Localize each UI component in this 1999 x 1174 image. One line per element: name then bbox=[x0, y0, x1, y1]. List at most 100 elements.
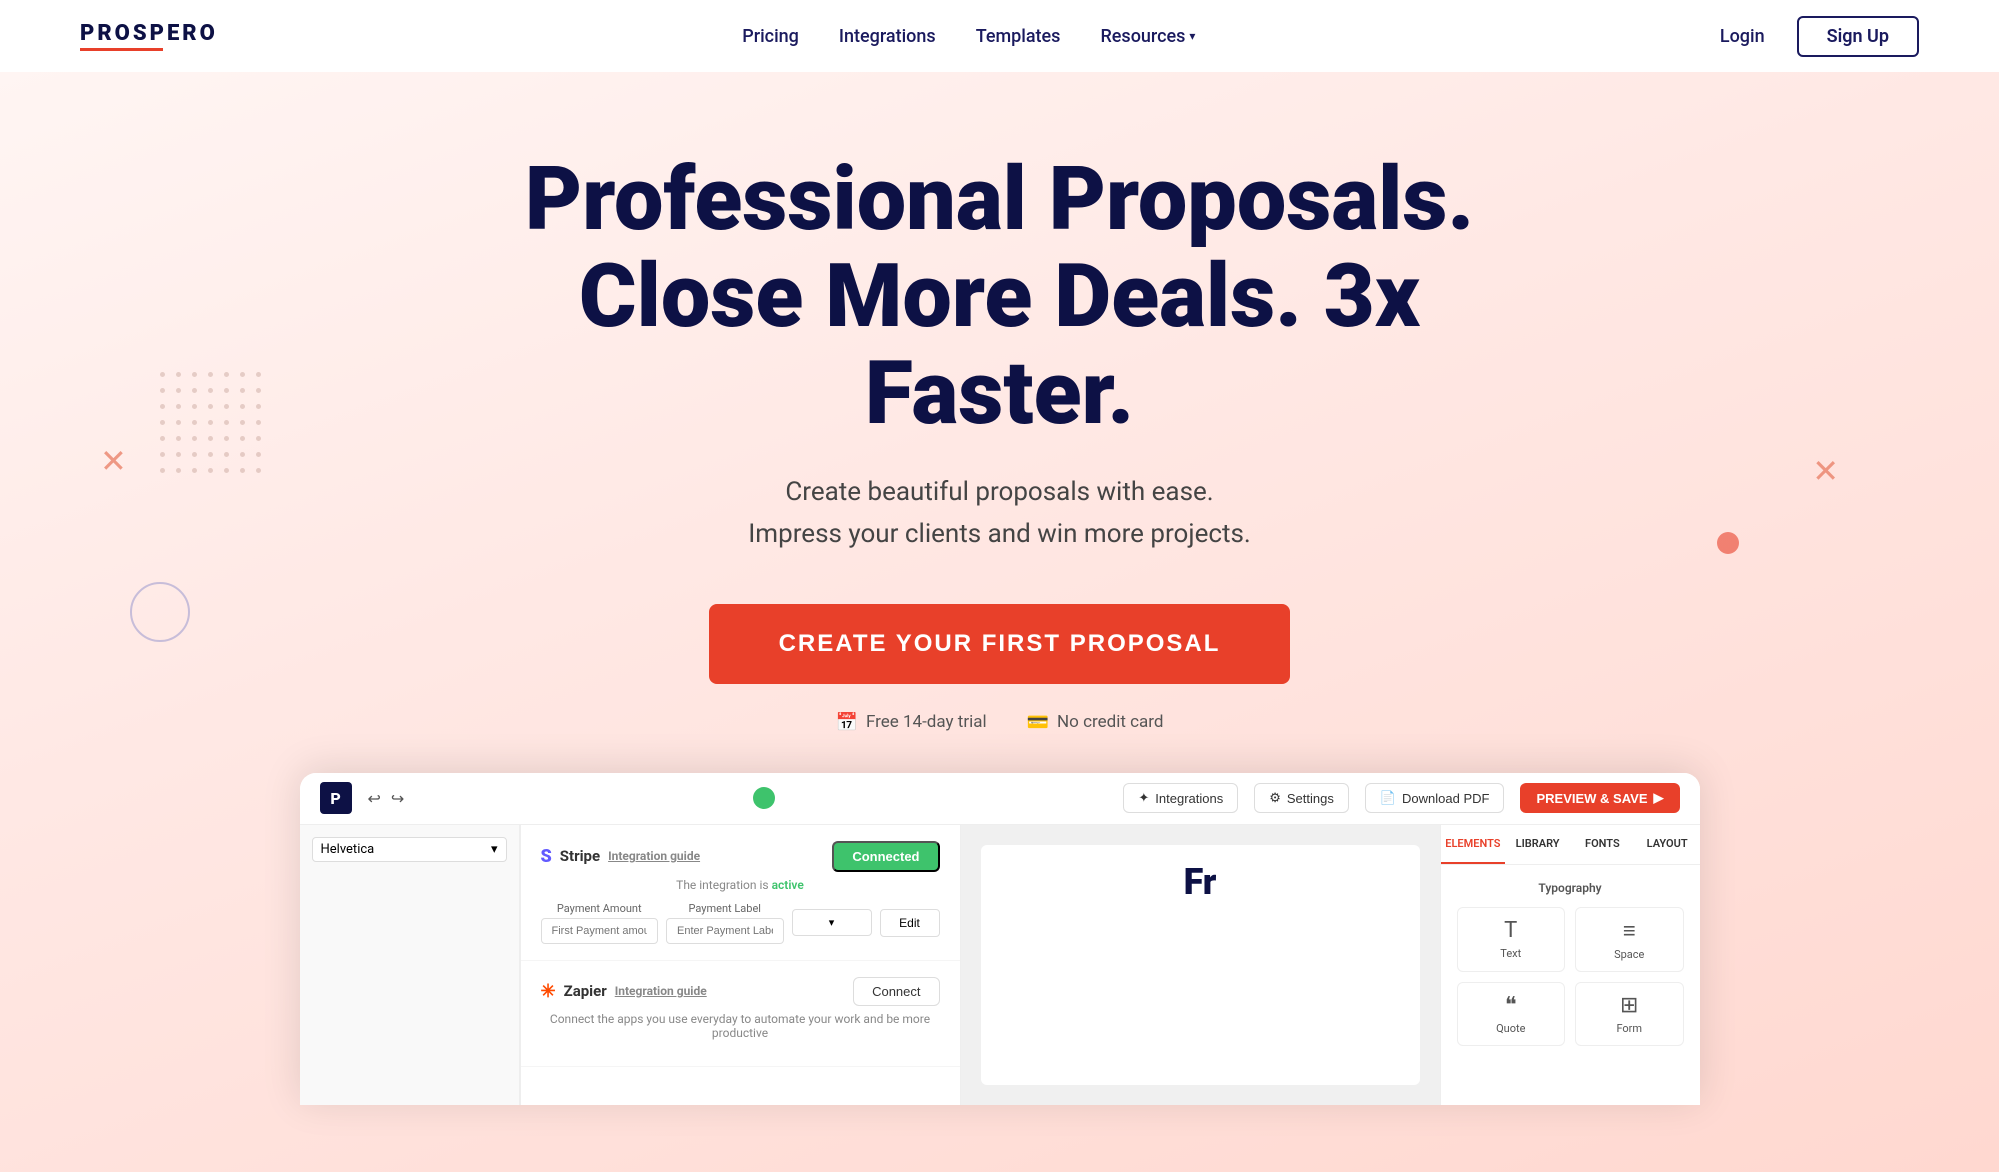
font-name: Helvetica bbox=[321, 842, 375, 857]
deco-x-left: ✕ bbox=[100, 442, 127, 480]
tab-elements[interactable]: ELEMENTS bbox=[1441, 825, 1506, 864]
logo[interactable]: PROSPERO bbox=[80, 21, 218, 51]
hero-headline: Professional Proposals. Close More Deals… bbox=[450, 152, 1550, 442]
download-icon: 📄 bbox=[1380, 790, 1396, 806]
deco-x-right: ✕ bbox=[1812, 452, 1839, 490]
font-dropdown-icon: ▾ bbox=[491, 842, 498, 857]
hero-subtext-1: Create beautiful proposals with ease. bbox=[785, 477, 1213, 507]
tab-fonts[interactable]: FONTS bbox=[1570, 825, 1635, 864]
nav-signup[interactable]: Sign Up bbox=[1797, 16, 1919, 57]
form-icon: ⊞ bbox=[1586, 993, 1673, 1018]
app-topbar-right: ✦ Integrations ⚙ Settings 📄 Download PDF… bbox=[1123, 783, 1679, 813]
undo-icon[interactable]: ↩ bbox=[368, 789, 381, 808]
chevron-down-icon: ▾ bbox=[1189, 29, 1195, 43]
hero-subtext-2: Impress your clients and win more projec… bbox=[748, 519, 1251, 549]
stripe-connected-button[interactable]: Connected bbox=[832, 841, 939, 872]
element-space[interactable]: ≡ Space bbox=[1575, 907, 1684, 972]
panel-elements-grid: T Text ≡ Space ❝ Quote ⊞ bbox=[1457, 907, 1684, 1046]
panel-tabs: ELEMENTS LIBRARY FONTS LAYOUT bbox=[1441, 825, 1700, 865]
app-integrations-panel: S Stripe Integration guide Connected The… bbox=[520, 825, 961, 1105]
nav-integrations[interactable]: Integrations bbox=[839, 26, 936, 47]
font-select[interactable]: Helvetica ▾ bbox=[312, 837, 507, 862]
panel-body: Typography T Text ≡ Space ❝ Quote bbox=[1441, 865, 1700, 1062]
payment-select[interactable]: ▾ bbox=[792, 909, 872, 936]
hero-subtext: Create beautiful proposals with ease. Im… bbox=[650, 472, 1350, 555]
payment-amount-field: Payment Amount bbox=[541, 902, 659, 944]
stripe-guide[interactable]: Integration guide bbox=[608, 849, 700, 863]
no-cc-text: No credit card bbox=[1057, 712, 1163, 732]
payment-amount-input[interactable] bbox=[541, 918, 659, 944]
preview-save-button[interactable]: PREVIEW & SAVE ▶ bbox=[1520, 783, 1679, 813]
stripe-header: S Stripe Integration guide Connected bbox=[541, 841, 940, 872]
element-quote[interactable]: ❝ Quote bbox=[1457, 982, 1566, 1046]
app-right-panel: ELEMENTS LIBRARY FONTS LAYOUT Typography… bbox=[1440, 825, 1700, 1105]
zapier-header: ✳ Zapier Integration guide Connect bbox=[541, 977, 940, 1006]
form-label: Form bbox=[1586, 1022, 1673, 1035]
trust-badges: 📅 Free 14-day trial 💳 No credit card bbox=[40, 712, 1959, 733]
tab-layout[interactable]: LAYOUT bbox=[1635, 825, 1700, 864]
app-screenshot: P ↩ ↪ ✦ Integrations ⚙ Settings 📄 D bbox=[300, 773, 1700, 1105]
deco-dots-left bbox=[160, 372, 264, 476]
nav-login[interactable]: Login bbox=[1720, 26, 1765, 47]
app-status-dot bbox=[753, 787, 775, 809]
deco-circle bbox=[130, 582, 190, 642]
trial-badge: 📅 Free 14-day trial bbox=[836, 712, 987, 733]
zapier-guide[interactable]: Integration guide bbox=[615, 984, 707, 998]
element-form[interactable]: ⊞ Form bbox=[1575, 982, 1684, 1046]
text-icon: T bbox=[1468, 918, 1555, 943]
no-cc-badge: 💳 No credit card bbox=[1027, 712, 1164, 733]
navbar: PROSPERO Pricing Integrations Templates … bbox=[0, 0, 1999, 72]
settings-button[interactable]: ⚙ Settings bbox=[1254, 783, 1349, 813]
stripe-status: The integration is active bbox=[541, 878, 940, 892]
nav-right: Login Sign Up bbox=[1720, 16, 1919, 57]
quote-label: Quote bbox=[1468, 1022, 1555, 1035]
gear-icon: ⚙ bbox=[1269, 790, 1281, 806]
typography-title: Typography bbox=[1457, 881, 1684, 895]
zapier-name: Zapier bbox=[564, 982, 607, 1000]
hero-headline-2: Close More Deals. 3x Faster. bbox=[579, 245, 1420, 445]
payment-label-label: Payment Label bbox=[666, 902, 784, 915]
calendar-icon: 📅 bbox=[836, 712, 858, 733]
download-button[interactable]: 📄 Download PDF bbox=[1365, 783, 1505, 813]
stripe-name: Stripe bbox=[560, 847, 600, 865]
nav-pricing[interactable]: Pricing bbox=[742, 26, 799, 47]
stripe-icon: S bbox=[541, 846, 552, 867]
stripe-edit-button[interactable]: Edit bbox=[880, 909, 940, 937]
play-icon: ▶ bbox=[1654, 790, 1664, 806]
nav-resources[interactable]: Resources ▾ bbox=[1100, 26, 1195, 47]
zapier-icon: ✳ bbox=[541, 981, 556, 1002]
hero-headline-1: Professional Proposals. bbox=[525, 148, 1474, 251]
preview-text: Fr bbox=[1184, 861, 1217, 903]
tab-library[interactable]: LIBRARY bbox=[1505, 825, 1570, 864]
logo-text: PROSPERO bbox=[80, 21, 218, 46]
space-icon: ≡ bbox=[1586, 918, 1673, 944]
app-topbar-left: P ↩ ↪ bbox=[320, 782, 405, 814]
redo-icon[interactable]: ↪ bbox=[391, 789, 404, 808]
deco-dot-orange bbox=[1717, 532, 1739, 554]
nav-templates[interactable]: Templates bbox=[976, 26, 1061, 47]
nav-links: Pricing Integrations Templates Resources… bbox=[742, 26, 1195, 47]
space-label: Space bbox=[1586, 948, 1673, 961]
integrations-button[interactable]: ✦ Integrations bbox=[1123, 783, 1238, 813]
app-logo-box[interactable]: P bbox=[320, 782, 352, 814]
cta-button[interactable]: CREATE YOUR FIRST PROPOSAL bbox=[709, 604, 1291, 684]
app-main-content: Fr bbox=[961, 825, 1440, 1105]
payment-label-input[interactable] bbox=[666, 918, 784, 944]
payment-label-field: Payment Label bbox=[666, 902, 784, 944]
zapier-connect-button[interactable]: Connect bbox=[853, 977, 939, 1006]
element-text[interactable]: T Text bbox=[1457, 907, 1566, 972]
app-topbar: P ↩ ↪ ✦ Integrations ⚙ Settings 📄 D bbox=[300, 773, 1700, 825]
integrations-icon: ✦ bbox=[1138, 790, 1149, 806]
app-left-sidebar: Helvetica ▾ bbox=[300, 825, 520, 1105]
credit-card-icon: 💳 bbox=[1027, 712, 1049, 733]
amount-label: Payment Amount bbox=[541, 902, 659, 915]
app-body: Helvetica ▾ S Stripe Integration guide C… bbox=[300, 825, 1700, 1105]
app-nav-icons: ↩ ↪ bbox=[368, 789, 405, 808]
logo-underline bbox=[80, 48, 163, 51]
text-label: Text bbox=[1468, 947, 1555, 960]
stripe-integration: S Stripe Integration guide Connected The… bbox=[521, 825, 960, 961]
app-main-preview: Fr bbox=[981, 845, 1420, 1085]
zapier-integration: ✳ Zapier Integration guide Connect Conne… bbox=[521, 961, 960, 1067]
quote-icon: ❝ bbox=[1468, 993, 1555, 1018]
trial-text: Free 14-day trial bbox=[866, 712, 987, 732]
